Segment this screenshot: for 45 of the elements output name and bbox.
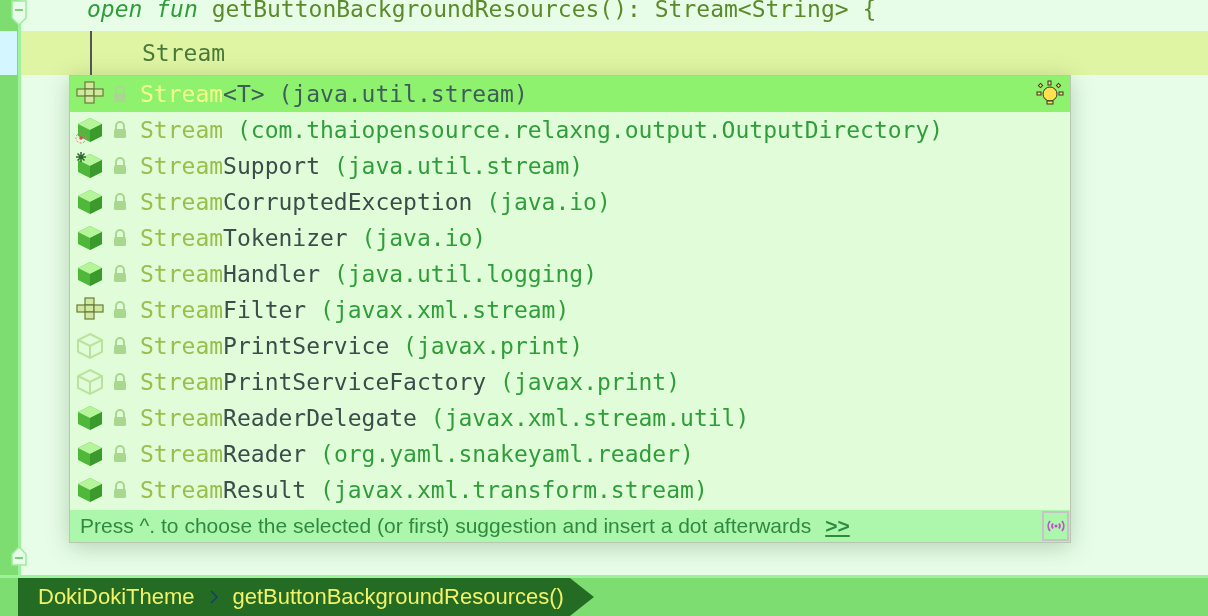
completion-item[interactable]: StreamResult (javax.xml.transform.stream)	[70, 472, 1070, 508]
chevron-icon	[208, 589, 219, 605]
lock-icon	[112, 373, 128, 391]
completion-item[interactable]: StreamReaderDelegate (javax.xml.stream.util)	[70, 400, 1070, 436]
lock-icon	[112, 481, 128, 499]
lock-icon	[112, 229, 128, 247]
lock-icon	[112, 85, 128, 103]
lock-icon	[112, 301, 128, 319]
lock-icon	[112, 193, 128, 211]
item-label: Stream (com.thaiopensource.relaxng.output.OutputDirectory)	[140, 117, 944, 143]
item-label: StreamReader (org.yaml.snakeyaml.reader)	[140, 441, 694, 467]
item-label: StreamTokenizer (java.io)	[140, 225, 487, 251]
item-label: StreamReaderDelegate (javax.xml.stream.util)	[140, 405, 750, 431]
item-label: StreamSupport (java.util.stream)	[140, 153, 584, 179]
completion-item[interactable]: StreamSupport (java.util.stream)	[70, 148, 1070, 184]
lock-icon	[112, 337, 128, 355]
completion-item[interactable]: StreamReader (org.yaml.snakeyaml.reader)	[70, 436, 1070, 472]
completion-item[interactable]: StreamTokenizer (java.io)	[70, 220, 1070, 256]
lightbulb-icon	[1035, 80, 1065, 108]
breadcrumb-item[interactable]: getButtonBackgroundResources()	[232, 584, 564, 610]
lock-icon	[112, 445, 128, 463]
lock-icon	[112, 157, 128, 175]
item-label: Stream<T> (java.util.stream)	[140, 81, 528, 107]
item-label: StreamCorruptedException (java.io)	[140, 189, 611, 215]
breadcrumb-item[interactable]: DokiDokiTheme	[38, 584, 195, 610]
broadcast-button[interactable]	[1042, 511, 1069, 541]
completion-item[interactable]: StreamCorruptedException (java.io)	[70, 184, 1070, 220]
lock-icon	[112, 409, 128, 427]
code-text: Stream	[142, 40, 226, 66]
completion-item[interactable]: StreamFilter (javax.xml.stream)	[70, 292, 1070, 328]
completion-item[interactable]: StreamPrintServiceFactory (javax.print)	[70, 364, 1070, 400]
code-text: getButtonBackgroundResources(): Stream<String> {	[210, 0, 877, 22]
broadcast-icon	[1045, 519, 1066, 533]
hint-text: Press ^. to choose the selected (or first) suggestion and insert a dot afterwards	[80, 514, 812, 538]
completion-item[interactable]: Stream<T> (java.util.stream)	[70, 76, 1070, 112]
item-label: StreamHandler (java.util.logging)	[140, 261, 597, 287]
item-label: StreamPrintService (javax.print)	[140, 333, 584, 359]
lock-icon	[112, 121, 128, 139]
lock-icon	[112, 265, 128, 283]
item-label: StreamPrintServiceFactory (javax.print)	[140, 369, 681, 395]
item-label: StreamResult (javax.xml.transform.stream)	[140, 477, 708, 503]
code-keyword: open fun	[87, 0, 198, 22]
completion-item[interactable]: StreamHandler (java.util.logging)	[70, 256, 1070, 292]
item-label: StreamFilter (javax.xml.stream)	[140, 297, 570, 323]
completion-item[interactable]: StreamPrintService (javax.print)	[70, 328, 1070, 364]
